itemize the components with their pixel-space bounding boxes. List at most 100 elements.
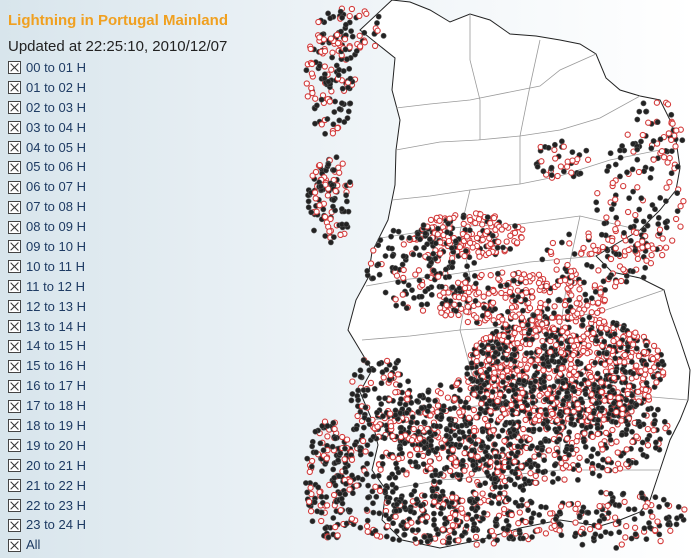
negative-strike-marker — [536, 426, 543, 433]
hour-filter-item[interactable]: 18 to 19 H — [8, 416, 298, 436]
hour-filter-item[interactable]: 00 to 01 H — [8, 58, 298, 78]
positive-strike-marker — [461, 284, 469, 292]
hour-filter-item[interactable]: 13 to 14 H — [8, 317, 298, 337]
hour-checkbox[interactable] — [8, 379, 21, 393]
hour-filter-item[interactable]: 08 to 09 H — [8, 217, 298, 237]
hour-checkbox[interactable] — [8, 121, 21, 135]
hour-filter-item[interactable]: 04 to 05 H — [8, 138, 298, 158]
hour-checkbox[interactable] — [8, 141, 21, 154]
hour-checkbox[interactable] — [8, 180, 21, 194]
hour-checkbox[interactable] — [8, 359, 21, 373]
hour-filter-item[interactable]: 02 to 03 H — [8, 98, 298, 118]
positive-strike-marker — [581, 430, 588, 437]
positive-strike-marker — [363, 523, 371, 530]
hour-filter-item[interactable]: 20 to 21 H — [8, 456, 298, 476]
hour-filter-item[interactable]: 17 to 18 H — [8, 396, 298, 416]
hour-checkbox[interactable] — [8, 518, 21, 532]
negative-strike-marker — [401, 440, 408, 447]
hour-filter-item[interactable]: 19 to 20 H — [8, 436, 298, 456]
negative-strike-marker — [478, 361, 485, 368]
hour-checkbox[interactable] — [8, 399, 21, 413]
negative-strike-marker — [452, 238, 459, 245]
hour-filter-item[interactable]: 23 to 24 H — [8, 515, 298, 535]
positive-strike-marker — [503, 367, 511, 374]
hour-filter-item[interactable]: All — [8, 535, 298, 555]
hour-filter-item[interactable]: 10 to 11 H — [8, 257, 298, 277]
positive-strike-marker — [576, 454, 583, 461]
negative-strike-marker — [422, 519, 429, 525]
hour-filter-item[interactable]: 09 to 10 H — [8, 237, 298, 257]
negative-strike-marker — [381, 435, 388, 442]
negative-strike-marker — [518, 438, 524, 444]
hour-filter-item[interactable]: 06 to 07 H — [8, 177, 298, 197]
negative-strike-marker — [342, 469, 349, 475]
positive-strike-marker — [578, 250, 585, 257]
hour-filter-item[interactable]: 07 to 08 H — [8, 197, 298, 217]
hour-filter-item[interactable]: 21 to 22 H — [8, 476, 298, 496]
hour-checkbox[interactable] — [8, 240, 21, 254]
negative-strike-marker — [308, 209, 315, 216]
positive-strike-marker — [392, 513, 399, 520]
negative-strike-marker — [508, 533, 514, 540]
hour-filter-label: 03 to 04 H — [26, 119, 86, 135]
hour-checkbox[interactable] — [8, 439, 21, 453]
hour-checkbox[interactable] — [8, 200, 21, 214]
negative-strike-marker — [497, 484, 504, 491]
positive-strike-marker — [481, 415, 489, 423]
positive-strike-marker — [649, 245, 657, 252]
hour-checkbox[interactable] — [8, 300, 21, 314]
negative-strike-marker — [480, 515, 486, 522]
positive-strike-marker — [316, 202, 323, 209]
hour-checkbox[interactable] — [8, 320, 21, 334]
negative-strike-marker — [405, 282, 412, 289]
hour-filter-item[interactable]: 16 to 17 H — [8, 376, 298, 396]
negative-strike-marker — [327, 239, 334, 246]
hour-checkbox[interactable] — [8, 499, 21, 513]
positive-strike-marker — [599, 446, 606, 453]
negative-strike-marker — [629, 428, 635, 435]
hour-filter-item[interactable]: 15 to 16 H — [8, 356, 298, 376]
negative-strike-marker — [601, 338, 608, 345]
hour-filter-item[interactable]: 03 to 04 H — [8, 118, 298, 138]
hour-checkbox[interactable] — [8, 61, 21, 75]
negative-strike-marker — [641, 226, 647, 233]
negative-strike-marker — [666, 429, 672, 436]
hour-checkbox[interactable] — [8, 419, 21, 433]
positive-strike-marker — [431, 498, 438, 505]
negative-strike-marker — [322, 130, 328, 137]
hour-checkbox[interactable] — [8, 101, 21, 115]
negative-strike-marker — [527, 380, 534, 386]
positive-strike-marker — [564, 261, 571, 269]
negative-strike-marker — [599, 405, 606, 412]
hour-filter-item[interactable]: 11 to 12 H — [8, 277, 298, 297]
negative-strike-marker — [558, 532, 565, 539]
negative-strike-marker — [479, 537, 486, 544]
hour-filter-item[interactable]: 14 to 15 H — [8, 336, 298, 356]
negative-strike-marker — [333, 154, 340, 161]
page-title: Lightning in Portugal Mainland — [8, 12, 228, 29]
hour-checkbox[interactable] — [8, 339, 21, 353]
positive-strike-marker — [364, 528, 371, 535]
hour-filter-item[interactable]: 05 to 06 H — [8, 157, 298, 177]
negative-strike-marker — [511, 426, 517, 433]
hour-filter-item[interactable]: 01 to 02 H — [8, 78, 298, 98]
negative-strike-marker — [452, 432, 458, 439]
positive-strike-marker — [307, 484, 314, 491]
hour-checkbox[interactable] — [8, 81, 21, 95]
hour-checkbox[interactable] — [8, 280, 21, 294]
hour-checkbox[interactable] — [8, 479, 21, 493]
hour-checkbox[interactable] — [8, 160, 21, 174]
hour-filter-item[interactable]: 22 to 23 H — [8, 496, 298, 516]
positive-strike-marker — [613, 438, 620, 445]
positive-strike-marker — [508, 401, 515, 409]
hour-filter-item[interactable]: 12 to 13 H — [8, 297, 298, 317]
hour-filter-label: 11 to 12 H — [26, 278, 86, 294]
hour-checkbox[interactable] — [8, 459, 21, 473]
positive-strike-marker — [497, 391, 504, 398]
hour-checkbox[interactable] — [8, 260, 21, 274]
hour-checkbox[interactable] — [8, 538, 21, 552]
negative-strike-marker — [664, 501, 671, 508]
positive-strike-marker — [574, 401, 581, 408]
positive-strike-marker — [526, 435, 533, 443]
hour-checkbox[interactable] — [8, 220, 21, 234]
